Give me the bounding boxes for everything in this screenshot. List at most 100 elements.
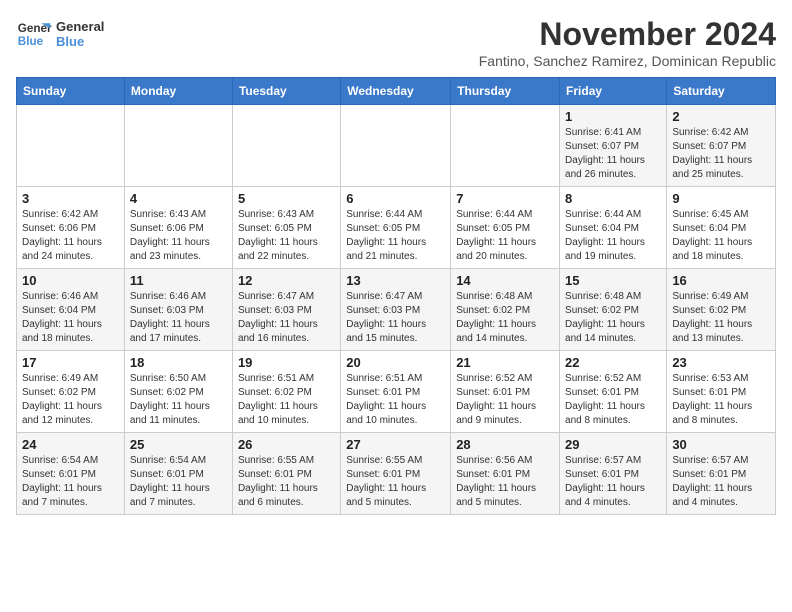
weekday-header-saturday: Saturday bbox=[667, 78, 776, 105]
calendar-cell bbox=[124, 105, 232, 187]
day-info: Sunrise: 6:45 AM Sunset: 6:04 PM Dayligh… bbox=[672, 208, 770, 264]
calendar-cell: 14 Sunrise: 6:48 AM Sunset: 6:02 PM Dayli… bbox=[451, 269, 560, 351]
day-info: Sunrise: 6:52 AM Sunset: 6:01 PM Dayligh… bbox=[565, 372, 661, 428]
month-title: November 2024 bbox=[479, 16, 776, 53]
calendar-cell: 17 Sunrise: 6:49 AM Sunset: 6:02 PM Dayli… bbox=[17, 351, 125, 433]
calendar-cell: 25 Sunrise: 6:54 AM Sunset: 6:01 PM Dayli… bbox=[124, 433, 232, 515]
day-info: Sunrise: 6:55 AM Sunset: 6:01 PM Dayligh… bbox=[346, 454, 445, 510]
day-info: Sunrise: 6:57 AM Sunset: 6:01 PM Dayligh… bbox=[672, 454, 770, 510]
weekday-header-thursday: Thursday bbox=[451, 78, 560, 105]
calendar-cell: 30Sunrise: 6:57 AM Sunset: 6:01 PM Dayli… bbox=[667, 433, 776, 515]
calendar-cell: 21 Sunrise: 6:52 AM Sunset: 6:01 PM Dayli… bbox=[451, 351, 560, 433]
calendar-cell: 19 Sunrise: 6:51 AM Sunset: 6:02 PM Dayli… bbox=[232, 351, 340, 433]
logo: General Blue General Blue bbox=[16, 16, 104, 52]
day-number: 13 bbox=[346, 273, 445, 288]
day-info: Sunrise: 6:50 AM Sunset: 6:02 PM Dayligh… bbox=[130, 372, 227, 428]
day-number: 23 bbox=[672, 355, 770, 370]
day-number: 9 bbox=[672, 191, 770, 206]
day-info: Sunrise: 6:51 AM Sunset: 6:01 PM Dayligh… bbox=[346, 372, 445, 428]
calendar-cell: 28 Sunrise: 6:56 AM Sunset: 6:01 PM Dayli… bbox=[451, 433, 560, 515]
day-number: 12 bbox=[238, 273, 335, 288]
day-number: 25 bbox=[130, 437, 227, 452]
day-info: Sunrise: 6:46 AM Sunset: 6:04 PM Dayligh… bbox=[22, 290, 119, 346]
day-number: 17 bbox=[22, 355, 119, 370]
day-number: 10 bbox=[22, 273, 119, 288]
day-number: 11 bbox=[130, 273, 227, 288]
day-number: 20 bbox=[346, 355, 445, 370]
day-info: Sunrise: 6:56 AM Sunset: 6:01 PM Dayligh… bbox=[456, 454, 554, 510]
calendar-week-1: 1Sunrise: 6:41 AM Sunset: 6:07 PM Daylig… bbox=[17, 105, 776, 187]
calendar-cell: 1Sunrise: 6:41 AM Sunset: 6:07 PM Daylig… bbox=[560, 105, 667, 187]
day-info: Sunrise: 6:47 AM Sunset: 6:03 PM Dayligh… bbox=[238, 290, 335, 346]
calendar-header: SundayMondayTuesdayWednesdayThursdayFrid… bbox=[17, 78, 776, 105]
day-number: 27 bbox=[346, 437, 445, 452]
day-number: 21 bbox=[456, 355, 554, 370]
calendar-cell: 11Sunrise: 6:46 AM Sunset: 6:03 PM Dayli… bbox=[124, 269, 232, 351]
calendar-cell: 6Sunrise: 6:44 AM Sunset: 6:05 PM Daylig… bbox=[341, 187, 451, 269]
day-info: Sunrise: 6:53 AM Sunset: 6:01 PM Dayligh… bbox=[672, 372, 770, 428]
day-info: Sunrise: 6:48 AM Sunset: 6:02 PM Dayligh… bbox=[456, 290, 554, 346]
day-number: 18 bbox=[130, 355, 227, 370]
calendar-cell: 26Sunrise: 6:55 AM Sunset: 6:01 PM Dayli… bbox=[232, 433, 340, 515]
calendar-cell: 22 Sunrise: 6:52 AM Sunset: 6:01 PM Dayli… bbox=[560, 351, 667, 433]
calendar-cell bbox=[17, 105, 125, 187]
calendar-week-5: 24 Sunrise: 6:54 AM Sunset: 6:01 PM Dayli… bbox=[17, 433, 776, 515]
day-number: 6 bbox=[346, 191, 445, 206]
day-info: Sunrise: 6:43 AM Sunset: 6:05 PM Dayligh… bbox=[238, 208, 335, 264]
day-number: 3 bbox=[22, 191, 119, 206]
day-info: Sunrise: 6:44 AM Sunset: 6:04 PM Dayligh… bbox=[565, 208, 661, 264]
day-info: Sunrise: 6:42 AM Sunset: 6:06 PM Dayligh… bbox=[22, 208, 119, 264]
day-number: 28 bbox=[456, 437, 554, 452]
logo-line2: Blue bbox=[56, 34, 104, 49]
calendar-cell bbox=[451, 105, 560, 187]
day-info: Sunrise: 6:41 AM Sunset: 6:07 PM Dayligh… bbox=[565, 126, 661, 182]
day-info: Sunrise: 6:47 AM Sunset: 6:03 PM Dayligh… bbox=[346, 290, 445, 346]
calendar-cell: 16Sunrise: 6:49 AM Sunset: 6:02 PM Dayli… bbox=[667, 269, 776, 351]
calendar-cell: 7 Sunrise: 6:44 AM Sunset: 6:05 PM Daylig… bbox=[451, 187, 560, 269]
day-number: 7 bbox=[456, 191, 554, 206]
logo-icon: General Blue bbox=[16, 16, 52, 52]
weekday-header-friday: Friday bbox=[560, 78, 667, 105]
day-number: 5 bbox=[238, 191, 335, 206]
location-subtitle: Fantino, Sanchez Ramirez, Dominican Repu… bbox=[479, 53, 776, 69]
calendar-cell bbox=[232, 105, 340, 187]
calendar-cell: 5 Sunrise: 6:43 AM Sunset: 6:05 PM Daylig… bbox=[232, 187, 340, 269]
day-info: Sunrise: 6:51 AM Sunset: 6:02 PM Dayligh… bbox=[238, 372, 335, 428]
weekday-header-wednesday: Wednesday bbox=[341, 78, 451, 105]
day-number: 2 bbox=[672, 109, 770, 124]
day-info: Sunrise: 6:49 AM Sunset: 6:02 PM Dayligh… bbox=[672, 290, 770, 346]
day-number: 29 bbox=[565, 437, 661, 452]
day-info: Sunrise: 6:44 AM Sunset: 6:05 PM Dayligh… bbox=[456, 208, 554, 264]
day-info: Sunrise: 6:42 AM Sunset: 6:07 PM Dayligh… bbox=[672, 126, 770, 182]
calendar-cell: 4 Sunrise: 6:43 AM Sunset: 6:06 PM Daylig… bbox=[124, 187, 232, 269]
day-info: Sunrise: 6:49 AM Sunset: 6:02 PM Dayligh… bbox=[22, 372, 119, 428]
day-info: Sunrise: 6:54 AM Sunset: 6:01 PM Dayligh… bbox=[130, 454, 227, 510]
day-number: 22 bbox=[565, 355, 661, 370]
day-info: Sunrise: 6:57 AM Sunset: 6:01 PM Dayligh… bbox=[565, 454, 661, 510]
day-number: 14 bbox=[456, 273, 554, 288]
day-info: Sunrise: 6:54 AM Sunset: 6:01 PM Dayligh… bbox=[22, 454, 119, 510]
calendar-cell: 20 Sunrise: 6:51 AM Sunset: 6:01 PM Dayli… bbox=[341, 351, 451, 433]
weekday-header-sunday: Sunday bbox=[17, 78, 125, 105]
calendar-table: SundayMondayTuesdayWednesdayThursdayFrid… bbox=[16, 77, 776, 515]
day-number: 24 bbox=[22, 437, 119, 452]
calendar-cell bbox=[341, 105, 451, 187]
calendar-cell: 24 Sunrise: 6:54 AM Sunset: 6:01 PM Dayli… bbox=[17, 433, 125, 515]
calendar-cell: 8Sunrise: 6:44 AM Sunset: 6:04 PM Daylig… bbox=[560, 187, 667, 269]
day-info: Sunrise: 6:48 AM Sunset: 6:02 PM Dayligh… bbox=[565, 290, 661, 346]
day-number: 19 bbox=[238, 355, 335, 370]
weekday-header-tuesday: Tuesday bbox=[232, 78, 340, 105]
calendar-cell: 10 Sunrise: 6:46 AM Sunset: 6:04 PM Dayli… bbox=[17, 269, 125, 351]
day-info: Sunrise: 6:55 AM Sunset: 6:01 PM Dayligh… bbox=[238, 454, 335, 510]
calendar-cell: 18 Sunrise: 6:50 AM Sunset: 6:02 PM Dayli… bbox=[124, 351, 232, 433]
svg-text:Blue: Blue bbox=[18, 35, 44, 48]
calendar-week-2: 3 Sunrise: 6:42 AM Sunset: 6:06 PM Daylig… bbox=[17, 187, 776, 269]
page-header: General Blue General Blue November 2024 … bbox=[16, 16, 776, 69]
calendar-cell: 13 Sunrise: 6:47 AM Sunset: 6:03 PM Dayli… bbox=[341, 269, 451, 351]
day-info: Sunrise: 6:43 AM Sunset: 6:06 PM Dayligh… bbox=[130, 208, 227, 264]
day-number: 4 bbox=[130, 191, 227, 206]
calendar-week-3: 10 Sunrise: 6:46 AM Sunset: 6:04 PM Dayli… bbox=[17, 269, 776, 351]
logo-line1: General bbox=[56, 19, 104, 34]
calendar-cell: 15Sunrise: 6:48 AM Sunset: 6:02 PM Dayli… bbox=[560, 269, 667, 351]
day-info: Sunrise: 6:52 AM Sunset: 6:01 PM Dayligh… bbox=[456, 372, 554, 428]
